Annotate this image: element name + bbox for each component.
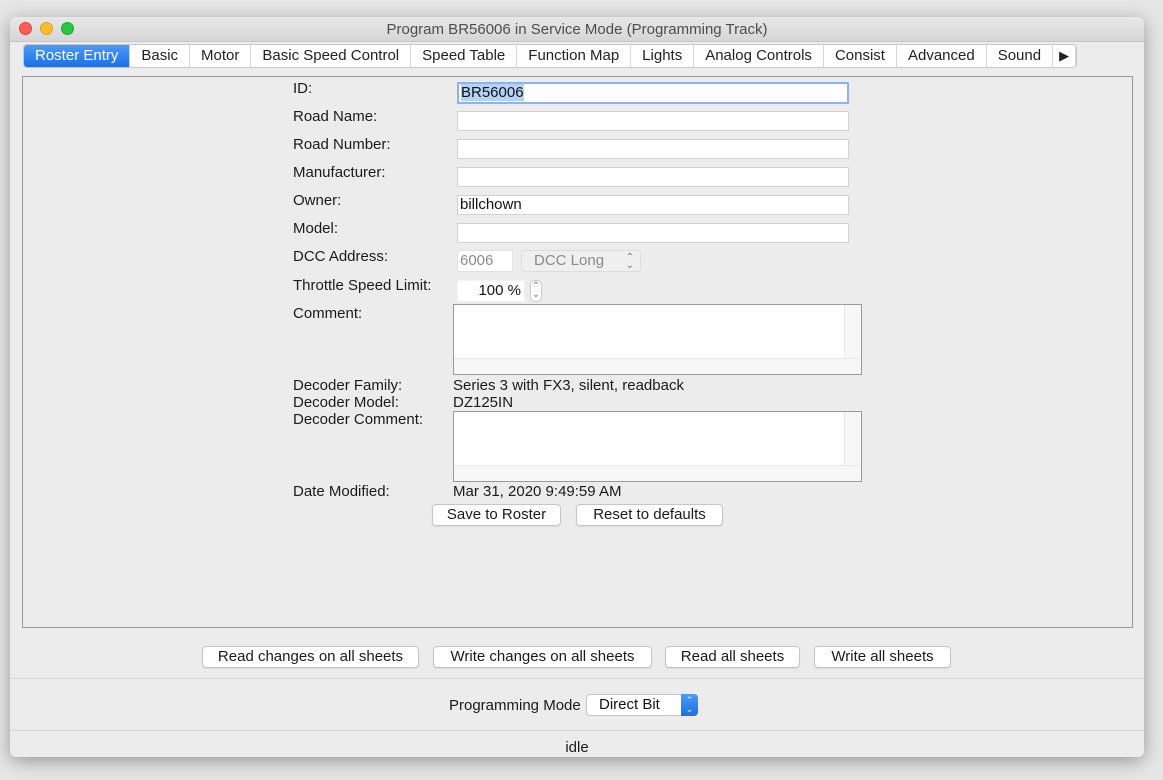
tab-bar: Roster Entry Basic Motor Basic Speed Con… (23, 44, 1078, 68)
road-number-label: Road Number: (293, 136, 391, 153)
tab-advanced[interactable]: Advanced (897, 45, 987, 67)
decoder-model-value: DZ125IN (453, 394, 514, 411)
title-bar: Program BR56006 in Service Mode (Program… (10, 17, 1144, 42)
programming-mode-value: Direct Bit (599, 696, 660, 713)
comment-textarea[interactable] (453, 304, 862, 375)
more-tabs-arrow-icon[interactable]: ▶ (1053, 45, 1077, 67)
decoder-model-label: Decoder Model: (293, 394, 399, 411)
dcc-address-field[interactable]: 6006 (457, 250, 513, 272)
window-title: Program BR56006 in Service Mode (Program… (386, 21, 768, 38)
manufacturer-label: Manufacturer: (293, 164, 386, 181)
tab-analog-controls[interactable]: Analog Controls (694, 45, 824, 67)
decoder-comment-horizontal-scrollbar[interactable] (454, 465, 861, 481)
programming-mode-select[interactable]: Direct Bit ⌃ ⌄ (586, 694, 698, 716)
comment-horizontal-scrollbar[interactable] (454, 358, 861, 374)
tab-roster-entry[interactable]: Roster Entry (24, 45, 131, 67)
throttle-speed-limit-field[interactable]: 100 % (457, 280, 525, 302)
tab-lights[interactable]: Lights (631, 45, 695, 67)
id-field[interactable]: BR56006 (457, 82, 849, 104)
write-changes-all-sheets-button[interactable]: Write changes on all sheets (433, 646, 652, 668)
save-to-roster-button[interactable]: Save to Roster (432, 504, 561, 526)
updown-chevron-icon: ⌃ ⌄ (681, 694, 698, 716)
model-label: Model: (293, 220, 339, 237)
decoder-family-label: Decoder Family: (293, 377, 403, 394)
id-value: BR56006 (461, 84, 524, 101)
tab-function-map[interactable]: Function Map (517, 45, 632, 67)
updown-chevron-icon: ⌃ ⌄ (625, 252, 634, 271)
comment-label: Comment: (293, 305, 363, 322)
date-modified-value: Mar 31, 2020 9:49:59 AM (453, 483, 622, 500)
read-changes-all-sheets-button[interactable]: Read changes on all sheets (202, 646, 419, 668)
date-modified-label: Date Modified: (293, 483, 390, 500)
tab-basic[interactable]: Basic (130, 45, 191, 67)
status-text: idle (565, 739, 589, 756)
write-all-sheets-button[interactable]: Write all sheets (814, 646, 951, 668)
tab-speed-table[interactable]: Speed Table (411, 45, 518, 67)
road-name-label: Road Name: (293, 108, 378, 125)
dcc-address-type-select[interactable]: DCC Long ⌃ ⌄ (521, 250, 641, 272)
tab-consist[interactable]: Consist (824, 45, 897, 67)
tab-sound[interactable]: Sound (987, 45, 1054, 67)
owner-label: Owner: (293, 192, 342, 209)
decoder-family-value: Series 3 with FX3, silent, readback (453, 377, 684, 394)
read-all-sheets-button[interactable]: Read all sheets (665, 646, 800, 668)
separator (10, 730, 1144, 731)
id-label: ID: (293, 80, 313, 97)
decoder-comment-textarea[interactable] (453, 411, 862, 482)
program-window: Program BR56006 in Service Mode (Program… (10, 17, 1144, 757)
separator (10, 678, 1144, 679)
reset-to-defaults-button[interactable]: Reset to defaults (576, 504, 723, 526)
throttle-limit-stepper[interactable]: ⌃ ⌄ (530, 280, 542, 302)
model-field[interactable] (457, 223, 849, 243)
road-name-field[interactable] (457, 111, 849, 131)
road-number-field[interactable] (457, 139, 849, 159)
roster-entry-panel: ID: BR56006 Road Name: Road Number: Manu… (22, 76, 1133, 628)
throttle-speed-limit-label: Throttle Speed Limit: (293, 277, 432, 294)
manufacturer-field[interactable] (457, 167, 849, 187)
dcc-address-type-value: DCC Long (534, 252, 605, 269)
programming-mode-label: Programming Mode (449, 697, 581, 714)
decoder-comment-label: Decoder Comment: (293, 411, 424, 428)
tab-motor[interactable]: Motor (190, 45, 252, 67)
owner-field[interactable]: billchown (457, 195, 849, 215)
dcc-address-label: DCC Address: (293, 248, 389, 265)
tab-basic-speed-control[interactable]: Basic Speed Control (251, 45, 412, 67)
